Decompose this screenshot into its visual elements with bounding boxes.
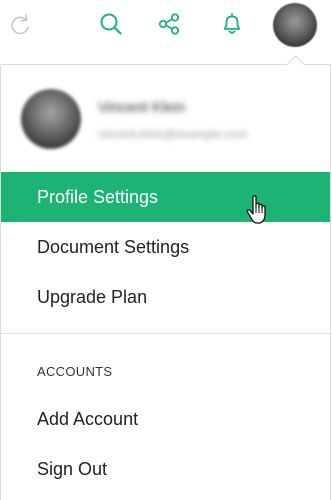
user-info: Vincent Klein vincent.klein@example.com (1, 65, 330, 172)
user-email: vincent.klein@example.com (98, 127, 248, 141)
user-avatar (21, 89, 81, 149)
menu-divider (1, 333, 330, 334)
search-icon (98, 11, 124, 37)
menu-item-add-account[interactable]: Add Account (1, 394, 330, 444)
menu-item-upgrade-plan[interactable]: Upgrade Plan (1, 272, 330, 322)
menu-item-document-settings[interactable]: Document Settings (1, 222, 330, 272)
share-button[interactable] (153, 8, 185, 40)
redo-button[interactable] (4, 8, 36, 40)
bell-icon (219, 11, 245, 37)
top-toolbar (0, 0, 332, 48)
menu-item-sign-out[interactable]: Sign Out (1, 444, 330, 494)
redo-icon (7, 11, 33, 37)
hand-pointer-cursor-icon (245, 195, 271, 227)
page: Vincent Klein vincent.klein@example.com … (0, 0, 332, 500)
user-name: Vincent Klein (98, 99, 186, 116)
menu-item-profile-settings[interactable]: Profile Settings (1, 172, 330, 222)
accounts-heading: ACCOUNTS (37, 364, 113, 379)
account-dropdown-menu: Vincent Klein vincent.klein@example.com … (0, 55, 331, 500)
search-button[interactable] (95, 8, 127, 40)
notifications-button[interactable] (216, 8, 248, 40)
share-icon (156, 11, 182, 37)
avatar[interactable] (273, 3, 317, 47)
